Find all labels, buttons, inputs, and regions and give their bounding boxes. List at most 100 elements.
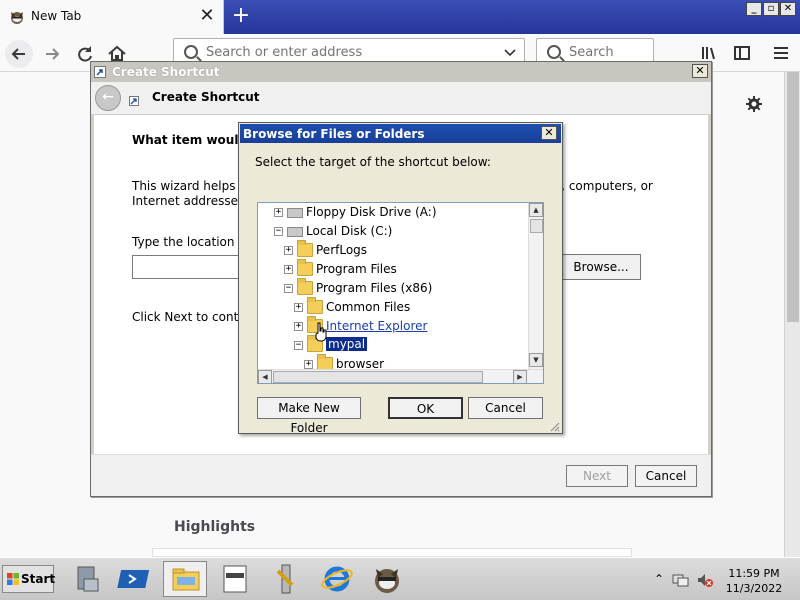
sidebar-icon[interactable] xyxy=(733,44,751,62)
volume-muted-icon[interactable] xyxy=(696,572,714,588)
scrollbar-thumb[interactable] xyxy=(787,72,799,322)
page-scrollbar[interactable] xyxy=(784,72,800,557)
expand-icon[interactable]: + xyxy=(284,246,293,255)
clock-date: 11/3/2022 xyxy=(725,582,783,595)
folder-tree[interactable]: + Floppy Disk Drive (A:) − Local Disk (C:) +… xyxy=(257,202,544,384)
browse-instruction: Select the target of the shortcut below: xyxy=(255,155,491,169)
floppy-drive-icon xyxy=(287,208,303,218)
shortcut-icon xyxy=(129,96,139,106)
tab-new-tab[interactable]: New Tab ✕ xyxy=(0,0,224,34)
tab-title: New Tab xyxy=(31,9,82,23)
maximize-button[interactable]: ▫ xyxy=(763,2,779,16)
tree-item-label: Floppy Disk Drive (A:) xyxy=(306,205,437,219)
resize-grip-icon[interactable] xyxy=(548,420,560,432)
back-arrow-icon xyxy=(11,48,25,60)
shortcut-icon xyxy=(94,66,106,78)
scroll-up-icon[interactable]: ▲ xyxy=(529,203,543,217)
hand-cursor-icon xyxy=(315,322,327,342)
wizard-close-button[interactable]: ✕ xyxy=(692,64,708,78)
clock-time: 11:59 PM xyxy=(728,567,780,580)
tree-item-label: PerfLogs xyxy=(316,243,368,257)
wizard-heading: Create Shortcut xyxy=(152,90,260,104)
search-input[interactable]: Search xyxy=(569,45,614,60)
forward-button[interactable] xyxy=(38,40,66,68)
tools-icon[interactable] xyxy=(264,561,308,597)
make-new-folder-button[interactable]: Make New Folder xyxy=(257,397,361,435)
search-icon xyxy=(184,45,198,59)
browse-titlebar[interactable]: Browse for Files or Folders ✕ xyxy=(240,124,561,143)
collapse-icon[interactable]: − xyxy=(274,227,283,236)
new-tab-button[interactable]: + xyxy=(228,4,254,30)
wizard-header: ← Create Shortcut xyxy=(91,82,711,114)
tab-close-icon[interactable]: ✕ xyxy=(198,6,216,26)
library-icon[interactable] xyxy=(700,44,718,62)
network-icon[interactable] xyxy=(672,572,690,588)
scroll-right-icon[interactable]: ▶ xyxy=(513,370,527,383)
browse-cancel-button[interactable]: Cancel xyxy=(468,397,543,419)
scrollbar-thumb[interactable] xyxy=(273,371,483,383)
wizard-footer: Next Cancel xyxy=(91,454,711,496)
tree-item[interactable]: + Common Files xyxy=(258,297,526,317)
tree-item[interactable]: + PerfLogs xyxy=(258,240,526,260)
window-close-button[interactable]: ✕ xyxy=(780,2,796,16)
wizard-description-left: This wizard helps yo xyxy=(132,179,254,193)
tree-item[interactable]: − Program Files (x86) xyxy=(258,278,526,298)
mypal-logo-icon xyxy=(11,12,23,24)
wizard-titlebar[interactable]: Create Shortcut ✕ xyxy=(91,62,711,82)
ok-button[interactable]: OK xyxy=(388,397,463,419)
expand-icon[interactable]: + xyxy=(274,208,283,217)
tree-item[interactable]: − Local Disk (C:) xyxy=(258,222,526,241)
tree-item-label: Program Files (x86) xyxy=(316,281,433,295)
wizard-back-button[interactable]: ← xyxy=(95,85,121,111)
back-button[interactable] xyxy=(5,40,33,68)
browse-dialog: Browse for Files or Folders ✕ Select the… xyxy=(238,122,563,435)
collapse-icon[interactable]: − xyxy=(294,341,303,350)
scroll-down-icon[interactable]: ▼ xyxy=(529,353,543,367)
tree-item[interactable]: + Internet Explorer xyxy=(258,316,526,336)
next-instruction: Click Next to contin xyxy=(132,310,250,324)
highlights-heading: Highlights xyxy=(174,519,256,535)
expand-icon[interactable]: + xyxy=(304,360,313,369)
show-hidden-icons[interactable]: ⌃ xyxy=(654,572,664,586)
tree-item[interactable]: − mypal xyxy=(258,335,526,355)
expand-icon[interactable]: + xyxy=(294,303,303,312)
forward-arrow-icon xyxy=(46,48,60,60)
file-explorer-icon[interactable] xyxy=(163,561,207,597)
powershell-icon[interactable] xyxy=(115,561,159,597)
browse-button[interactable]: Browse... xyxy=(561,254,641,280)
folder-icon xyxy=(297,259,313,276)
scrollbar-thumb[interactable] xyxy=(530,219,543,233)
notepad-document-icon[interactable] xyxy=(213,561,257,597)
tree-item[interactable]: + Floppy Disk Drive (A:) xyxy=(258,203,526,222)
taskbar: Start ⌃ 11:59 PM 11/3/2022 xyxy=(0,557,800,600)
minimize-button[interactable]: _ xyxy=(746,2,762,16)
chevron-down-icon[interactable] xyxy=(504,48,516,58)
next-button[interactable]: Next xyxy=(566,465,628,487)
wizard-cancel-button[interactable]: Cancel xyxy=(635,465,697,487)
system-tray: ⌃ 11:59 PM 11/3/2022 xyxy=(650,562,798,598)
folder-icon xyxy=(307,297,323,314)
clock[interactable]: 11:59 PM 11/3/2022 xyxy=(722,566,786,596)
folder-icon xyxy=(297,240,313,257)
mypal-browser-icon[interactable] xyxy=(365,561,409,597)
gear-icon[interactable] xyxy=(745,95,763,113)
tree-item[interactable]: + Program Files xyxy=(258,259,526,279)
tree-vertical-scrollbar[interactable]: ▲ ▼ xyxy=(528,203,543,369)
expand-icon[interactable]: + xyxy=(284,265,293,274)
tree-horizontal-scrollbar[interactable]: ◀ ▶ xyxy=(258,369,543,383)
server-manager-icon[interactable] xyxy=(66,561,110,597)
tab-strip: New Tab ✕ + _ ▫ ✕ xyxy=(0,0,800,34)
scroll-left-icon[interactable]: ◀ xyxy=(258,370,272,383)
browse-close-button[interactable]: ✕ xyxy=(541,126,557,140)
collapse-icon[interactable]: − xyxy=(284,284,293,293)
highlights-card xyxy=(152,548,632,557)
wizard-description-right: rs, computers, or xyxy=(550,179,653,193)
start-button[interactable]: Start xyxy=(2,565,55,593)
tree-item-label: Program Files xyxy=(316,262,397,276)
expand-icon[interactable]: + xyxy=(294,322,303,331)
tree-item-label: Internet Explorer xyxy=(326,319,428,333)
menu-icon[interactable] xyxy=(772,44,790,62)
search-icon xyxy=(547,45,561,59)
url-input[interactable]: Search or enter address xyxy=(206,45,362,60)
internet-explorer-icon[interactable] xyxy=(315,561,359,597)
